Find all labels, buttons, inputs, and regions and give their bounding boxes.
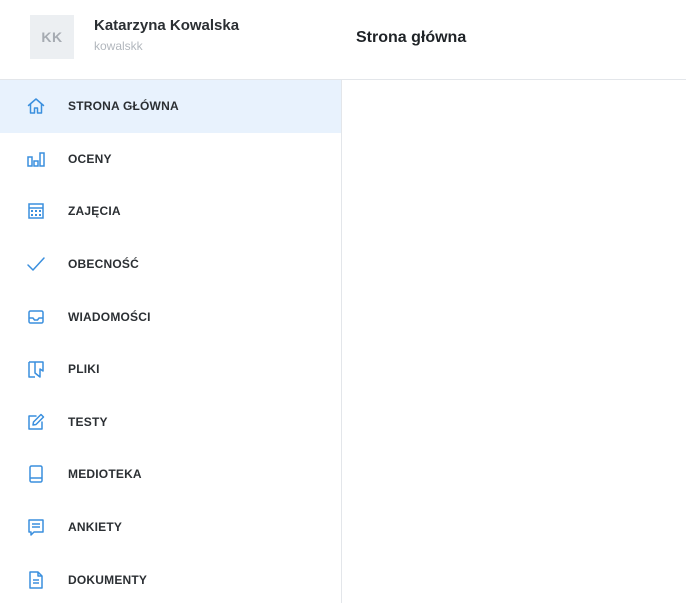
- avatar[interactable]: KK: [30, 15, 74, 59]
- sidebar-item-label: ANKIETY: [68, 520, 123, 535]
- sidebar-item-pliki[interactable]: PLIKI: [0, 343, 341, 396]
- sidebar-item-strona-glowna[interactable]: STRONA GŁÓWNA: [0, 80, 341, 133]
- sidebar-item-obecnosc[interactable]: OBECNOŚĆ: [0, 238, 341, 291]
- bar-chart-icon: [25, 148, 47, 170]
- page-title: Strona główna: [356, 29, 467, 46]
- sidebar-item-label: TESTY: [68, 414, 108, 429]
- user-name: Katarzyna Kowalska: [94, 17, 240, 34]
- sidebar-item-label: OCENY: [68, 151, 112, 166]
- sidebar-item-wiadomosci[interactable]: WIADOMOŚCI: [0, 290, 341, 343]
- top-header: KK Katarzyna Kowalska kowalskk Strona gł…: [0, 0, 686, 80]
- document-icon: [25, 569, 47, 591]
- sidebar-item-label: MEDIOTEKA: [68, 467, 142, 482]
- checkmark-icon: [25, 253, 47, 275]
- sidebar-nav: STRONA GŁÓWNA OCENY ZAJĘCIA OBECNOŚĆ WIA…: [0, 80, 342, 603]
- edit-icon: [25, 411, 47, 433]
- sidebar-item-label: DOKUMENTY: [68, 572, 148, 587]
- sidebar-item-ankiety[interactable]: ANKIETY: [0, 501, 341, 554]
- sidebar-item-zajecia[interactable]: ZAJĘCIA: [0, 185, 341, 238]
- sidebar-item-testy[interactable]: TESTY: [0, 396, 341, 449]
- tablet-icon: [25, 463, 47, 485]
- user-profile[interactable]: KK Katarzyna Kowalska kowalskk: [0, 0, 342, 80]
- sidebar-item-dokumenty[interactable]: DOKUMENTY: [0, 553, 341, 603]
- sidebar-item-label: OBECNOŚĆ: [68, 257, 139, 272]
- sidebar-item-label: WIADOMOŚCI: [68, 309, 151, 324]
- inbox-icon: [25, 306, 47, 328]
- sidebar-item-label: ZAJĘCIA: [68, 204, 121, 219]
- user-login: kowalskk: [94, 39, 143, 53]
- home-icon: [25, 95, 47, 117]
- folder-icon: [25, 358, 47, 380]
- sidebar-item-label: STRONA GŁÓWNA: [68, 99, 179, 114]
- sidebar-item-oceny[interactable]: OCENY: [0, 133, 341, 186]
- sidebar-item-medioteka[interactable]: MEDIOTEKA: [0, 448, 341, 501]
- sidebar-item-label: PLIKI: [68, 362, 100, 377]
- calendar-icon: [25, 200, 47, 222]
- app-window: KK Katarzyna Kowalska kowalskk Strona gł…: [0, 0, 686, 603]
- main-content: [342, 80, 686, 603]
- survey-icon: [25, 516, 47, 538]
